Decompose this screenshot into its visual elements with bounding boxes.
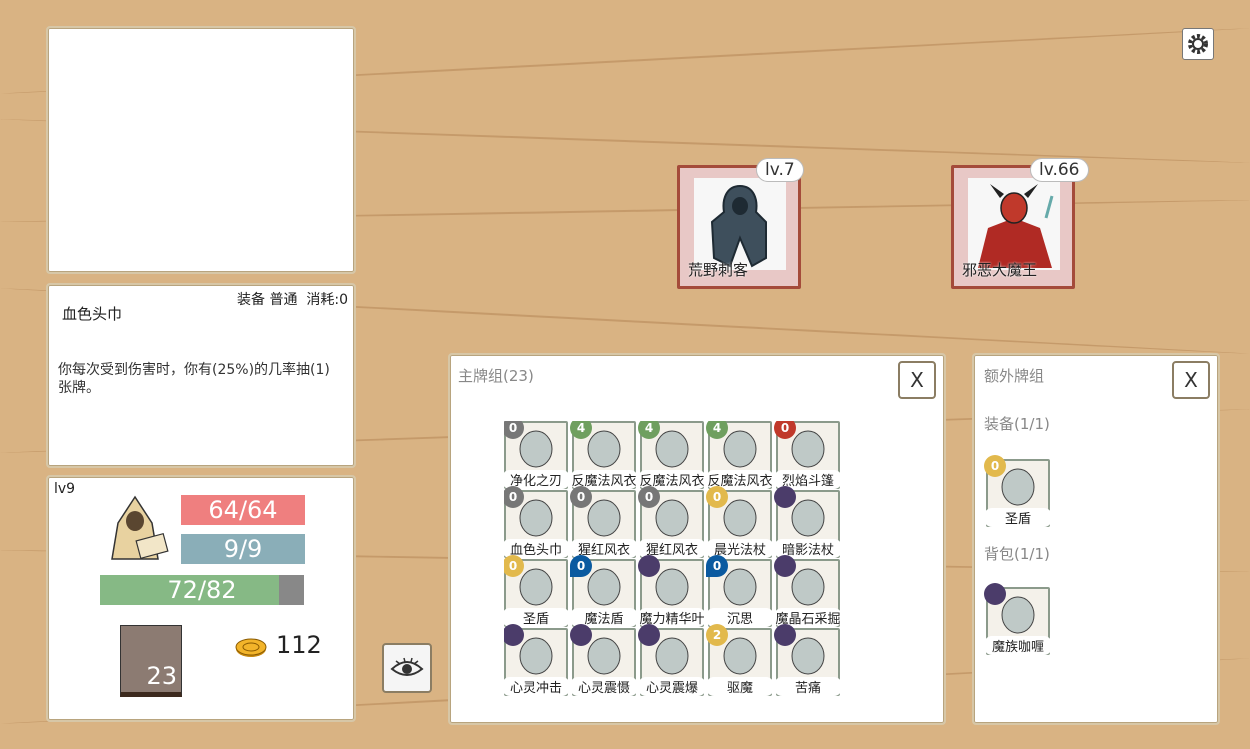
gold-amount: 112 xyxy=(276,631,322,659)
deck-card[interactable]: 0 圣盾 xyxy=(504,555,570,627)
card-detail-title: 血色头巾 xyxy=(62,305,123,323)
deck-card[interactable]: 苦痛 xyxy=(774,624,842,696)
deck-card[interactable]: 4 反魔法风衣 xyxy=(570,421,638,489)
deck-card[interactable]: 0 猩红风衣 xyxy=(638,486,706,558)
card-detail-meta: 装备 普通 消耗:0 xyxy=(237,292,348,308)
deck-card[interactable]: 心灵震爆 xyxy=(638,624,706,696)
xp-bar-track: 72/82 xyxy=(100,575,304,605)
demon-lord-icon xyxy=(968,178,1060,270)
deck-card[interactable]: 4 反魔法风衣 xyxy=(706,421,774,489)
deck-card[interactable]: 魔晶石采掘 xyxy=(774,555,842,627)
card-cost-badge: 0 xyxy=(706,486,728,508)
deck-card[interactable]: 0 净化之刃 xyxy=(504,421,570,489)
enemy-card-1[interactable]: 荒野刺客 xyxy=(677,165,801,289)
deck-card[interactable]: 2 驱魔 xyxy=(706,624,774,696)
card-name: 苦痛 xyxy=(774,677,842,696)
main-deck-title: 主牌组(23) xyxy=(458,367,534,385)
deck-card[interactable]: 0 猩红风衣 xyxy=(570,486,638,558)
card-cost-badge: 0 xyxy=(706,555,728,577)
deck-card[interactable]: 0 烈焰斗篷 xyxy=(774,421,842,489)
deck-card[interactable]: 4 反魔法风衣 xyxy=(638,421,706,489)
card-cost-badge: 0 xyxy=(638,486,660,508)
deck-card[interactable]: 0 魔法盾 xyxy=(570,555,638,627)
card-name: 魔族咖喱 xyxy=(984,636,1052,655)
deck-card[interactable]: 心灵震慑 xyxy=(570,624,638,696)
card-detail-panel: 装备 普通 消耗:0 血色头巾 你每次受到伤害时，你有(25%)的几率抽(1)张… xyxy=(46,283,356,468)
card-name: 心灵震爆 xyxy=(638,677,706,696)
deck-card[interactable]: 心灵冲击 xyxy=(504,624,570,696)
xp-text: 72/82 xyxy=(167,576,237,604)
enemy-card-2[interactable]: 邪恶大魔王 xyxy=(951,165,1075,289)
equipment-area: 0 圣盾 xyxy=(984,455,1186,529)
gear-icon xyxy=(1188,34,1208,54)
card-cost-badge: 2 xyxy=(706,624,728,646)
gold-coin-icon xyxy=(234,637,268,659)
card-cost-badge: 0 xyxy=(570,486,592,508)
card-cost-badge xyxy=(774,486,796,508)
card-cost-badge xyxy=(638,555,660,577)
deck-card[interactable]: 魔力精华叶 xyxy=(638,555,706,627)
equipment-section-title: 装备(1/1) xyxy=(984,415,1050,433)
card-cost-badge xyxy=(570,624,592,646)
enemy-level-badge: lv.66 xyxy=(1030,158,1089,182)
card-cost-badge xyxy=(774,555,796,577)
backpack-section-title: 背包(1/1) xyxy=(984,545,1050,563)
player-level: lv9 xyxy=(54,481,76,497)
deck-card[interactable]: 0 晨光法杖 xyxy=(706,486,774,558)
close-extra-deck-button[interactable]: X xyxy=(1172,361,1210,399)
extra-deck-title: 额外牌组 xyxy=(984,367,1045,385)
card-detail-description: 你每次受到伤害时，你有(25%)的几率抽(1)张牌。 xyxy=(58,362,330,396)
main-deck-panel: 主牌组(23) X 0 净化之刃 4 反魔法风衣 4 反魔法风衣 4 反魔法风衣 0 烈焰斗篷 0 血… xyxy=(448,353,946,725)
card-name: 心灵震慑 xyxy=(570,677,638,696)
settings-button[interactable] xyxy=(1182,28,1214,60)
card-cost-badge xyxy=(638,624,660,646)
enemy-name: 邪恶大魔王 xyxy=(962,261,1038,279)
hp-bar: 64/64 xyxy=(180,494,306,526)
card-cost-badge xyxy=(984,583,1006,605)
backpack-area: 魔族咖喱 xyxy=(984,583,1186,657)
card-name: 圣盾 xyxy=(984,508,1052,527)
draw-pile[interactable]: 23 xyxy=(120,625,182,697)
eye-icon xyxy=(390,657,424,676)
extra-deck-panel: 额外牌组 X 装备(1/1) 0 圣盾 背包(1/1) 魔族咖喱 xyxy=(972,353,1220,725)
card-cost-badge: 0 xyxy=(570,555,592,577)
enemy-level-badge: lv.7 xyxy=(756,158,804,182)
card-cost-badge: 0 xyxy=(984,455,1006,477)
deck-card[interactable]: 暗影法杖 xyxy=(774,486,842,558)
card-name: 驱魔 xyxy=(706,677,774,696)
close-main-deck-button[interactable]: X xyxy=(898,361,936,399)
preview-panel xyxy=(46,26,356,274)
hooded-scholar-icon xyxy=(98,493,172,567)
main-deck-grid: 0 净化之刃 4 反魔法风衣 4 反魔法风衣 4 反魔法风衣 0 烈焰斗篷 0 血色头巾 0 猩红风衣 0 猩… xyxy=(504,421,844,703)
enemy-name: 荒野刺客 xyxy=(688,261,749,279)
hooded-assassin-icon xyxy=(694,178,786,270)
mana-bar: 9/9 xyxy=(180,533,306,565)
player-panel: lv9 64/64 9/9 72/82 23 112 xyxy=(46,475,356,722)
deck-card[interactable]: 0 沉思 xyxy=(706,555,774,627)
draw-pile-count: 23 xyxy=(146,662,177,690)
view-deck-button[interactable] xyxy=(382,643,432,693)
card-name: 心灵冲击 xyxy=(504,677,570,696)
deck-card[interactable]: 0 血色头巾 xyxy=(504,486,570,558)
deck-card[interactable]: 魔族咖喱 xyxy=(984,583,1052,655)
deck-card[interactable]: 0 圣盾 xyxy=(984,455,1052,527)
card-cost-badge xyxy=(774,624,796,646)
